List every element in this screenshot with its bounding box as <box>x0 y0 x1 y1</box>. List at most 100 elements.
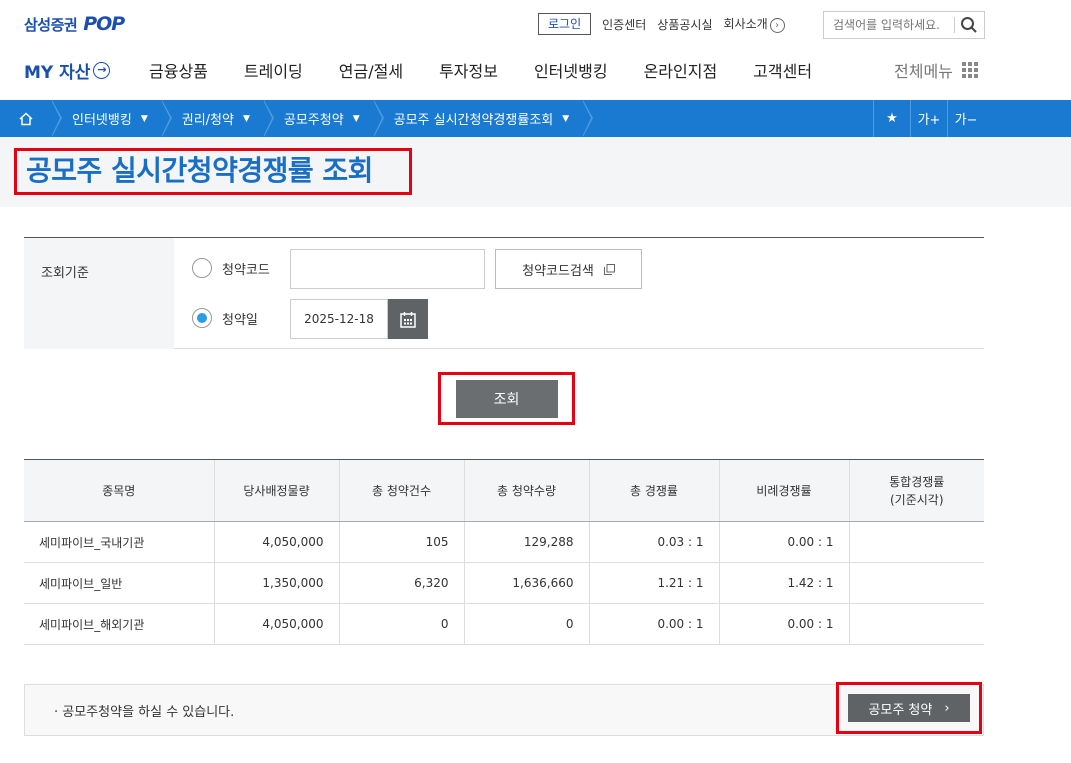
nav-pension-tax[interactable]: 연금/절세 <box>339 58 403 82</box>
breadcrumb: 인터넷뱅킹 ▼ 권리/청약 ▼ 공모주청약 ▼ 공모주 실시간청약경쟁률조회 ▼ ★ 가… <box>0 100 1071 137</box>
query-button-highlight: 조회 <box>438 372 575 425</box>
caret-down-icon: ▼ <box>352 113 360 124</box>
login-button[interactable]: 로그인 <box>538 13 592 35</box>
grid-menu-icon <box>961 62 978 78</box>
cell-integrated-competition <box>848 603 984 645</box>
radio-date-option[interactable]: 청약일 <box>192 308 258 328</box>
criteria-label: 조회기준 <box>24 238 174 349</box>
col-proportional-competition: 비례경쟁률 <box>718 459 849 522</box>
cell-total-applications: 0 <box>338 603 464 645</box>
cell-total-competition: 0.03 : 1 <box>588 521 719 563</box>
nav-online-branch[interactable]: 온라인지점 <box>644 58 718 82</box>
table-row: 세미파이브_국내기관 4,050,000 105 129,288 0.03 : … <box>24 521 984 563</box>
calendar-icon[interactable] <box>388 299 428 339</box>
samsung-pop-logo[interactable]: 삼성증권 POP <box>24 12 125 36</box>
cell-stock-name: 세미파이브_해외기관 <box>24 603 214 645</box>
nav-financial-products[interactable]: 금융상품 <box>149 58 208 82</box>
col-reference-time-label: (기준시각) <box>889 492 944 507</box>
nav-investment-info[interactable]: 투자정보 <box>439 58 498 82</box>
caret-down-icon: ▼ <box>562 113 570 124</box>
breadcrumb-internet-banking[interactable]: 인터넷뱅킹 ▼ <box>51 100 162 137</box>
apply-button-highlight: 공모주 청약 › <box>836 682 982 734</box>
company-intro-label: 회사소개 <box>723 17 768 31</box>
title-band: 공모주 실시간청약경쟁률 조회 <box>0 137 1071 207</box>
table-row: 세미파이브_해외기관 4,050,000 0 0 0.00 : 1 0.00 :… <box>24 603 984 645</box>
caret-down-icon: ▼ <box>242 113 250 124</box>
radio-code[interactable] <box>192 258 212 278</box>
font-size-down-button[interactable]: 가− <box>947 100 984 137</box>
radio-date-label: 청약일 <box>222 312 258 328</box>
cell-integrated-competition <box>848 521 984 563</box>
breadcrumb-label: 공모주 실시간청약경쟁률조회 <box>393 113 554 128</box>
col-allocation: 당사배정물량 <box>213 459 339 522</box>
chevron-right-icon: › <box>769 18 785 33</box>
col-stock-name: 종목명 <box>24 459 214 522</box>
main-nav: MY 자산 → 금융상품 트레이딩 연금/절세 투자정보 인터넷뱅킹 온라인지점… <box>24 56 1071 84</box>
nav-internet-banking[interactable]: 인터넷뱅킹 <box>534 58 608 82</box>
utility-links: 로그인 인증센터 상품공시실 회사소개 › <box>538 12 785 36</box>
breadcrumb-end-divider <box>582 100 594 137</box>
chevron-right-icon: › <box>944 700 950 716</box>
code-search-label: 청약코드검색 <box>522 263 594 279</box>
ipo-apply-button[interactable]: 공모주 청약 › <box>848 694 970 722</box>
breadcrumb-ipo-competition[interactable]: 공모주 실시간청약경쟁률조회 ▼ <box>372 100 584 137</box>
popup-icon <box>603 263 615 275</box>
search-box <box>823 11 985 39</box>
cell-proportional-competition: 0.00 : 1 <box>718 521 849 563</box>
table-header-row: 종목명 당사배정물량 총 청약건수 총 청약수량 총 경쟁률 비례경쟁률 통합경… <box>24 459 984 522</box>
my-asset-label: MY 자산 <box>24 62 91 83</box>
col-integrated-competition: 통합경쟁률 (기준시각) <box>848 459 984 522</box>
breadcrumb-label: 인터넷뱅킹 <box>72 113 132 128</box>
breadcrumb-ipo-subscription[interactable]: 공모주청약 ▼ <box>262 100 374 137</box>
brand-name: 삼성증권 <box>24 15 78 34</box>
radio-code-option[interactable]: 청약코드 <box>192 258 270 278</box>
code-search-button[interactable]: 청약코드검색 <box>495 249 642 289</box>
cell-total-applications: 6,320 <box>338 562 464 604</box>
breadcrumb-label: 권리/청약 <box>181 113 234 128</box>
breadcrumb-tools: ★ 가+ 가− <box>873 100 984 137</box>
product-disclosure-link[interactable]: 상품공시실 <box>657 16 712 33</box>
subscription-code-input[interactable] <box>290 249 485 289</box>
cell-stock-name: 세미파이브_국내기관 <box>24 521 214 563</box>
radio-date[interactable] <box>192 308 212 328</box>
notice-text: · 공모주청약을 하실 수 있습니다. <box>54 704 235 720</box>
col-total-quantity: 총 청약수량 <box>463 459 589 522</box>
cell-total-quantity: 0 <box>463 603 589 645</box>
col-total-applications: 총 청약건수 <box>338 459 464 522</box>
company-intro-link[interactable]: 회사소개 › <box>724 15 785 33</box>
search-icon[interactable] <box>955 16 983 34</box>
search-input[interactable] <box>824 18 954 32</box>
breadcrumb-rights-subscription[interactable]: 권리/청약 ▼ <box>160 100 264 137</box>
cell-proportional-competition: 1.42 : 1 <box>718 562 849 604</box>
brand-pop: POP <box>83 13 125 35</box>
full-menu-button[interactable]: 전체메뉴 <box>894 58 978 82</box>
nav-customer-center[interactable]: 고객센터 <box>753 58 812 82</box>
cell-total-competition: 1.21 : 1 <box>588 562 719 604</box>
my-asset-link[interactable]: MY 자산 → <box>24 58 111 83</box>
cell-total-applications: 105 <box>338 521 464 563</box>
cell-stock-name: 세미파이브_일반 <box>24 562 214 604</box>
col-integrated-label: 통합경쟁률 <box>889 474 945 489</box>
breadcrumb-label: 공모주청약 <box>283 113 344 128</box>
search-form: 조회기준 청약코드 청약코드검색 청약일 2025-12-18 <box>24 237 984 349</box>
table-row: 세미파이브_일반 1,350,000 6,320 1,636,660 1.21 … <box>24 562 984 604</box>
cell-allocation: 4,050,000 <box>213 521 339 563</box>
cell-total-quantity: 1,636,660 <box>463 562 589 604</box>
date-input[interactable]: 2025-12-18 <box>290 299 388 339</box>
cell-total-competition: 0.00 : 1 <box>588 603 719 645</box>
font-size-up-button[interactable]: 가+ <box>910 100 947 137</box>
cell-allocation: 4,050,000 <box>213 603 339 645</box>
competition-table: 종목명 당사배정물량 총 청약건수 총 청약수량 총 경쟁률 비례경쟁률 통합경… <box>24 459 984 645</box>
cert-center-link[interactable]: 인증센터 <box>602 16 646 33</box>
col-total-competition: 총 경쟁률 <box>588 459 719 522</box>
cell-total-quantity: 129,288 <box>463 521 589 563</box>
query-button[interactable]: 조회 <box>455 379 558 418</box>
cell-allocation: 1,350,000 <box>213 562 339 604</box>
page-title: 공모주 실시간청약경쟁률 조회 <box>14 148 412 195</box>
full-menu-label: 전체메뉴 <box>894 62 953 81</box>
star-icon[interactable]: ★ <box>873 100 910 137</box>
arrow-right-icon: → <box>93 61 111 79</box>
nav-trading[interactable]: 트레이딩 <box>244 58 303 82</box>
ipo-apply-label: 공모주 청약 <box>868 702 933 718</box>
home-icon[interactable] <box>0 100 52 137</box>
